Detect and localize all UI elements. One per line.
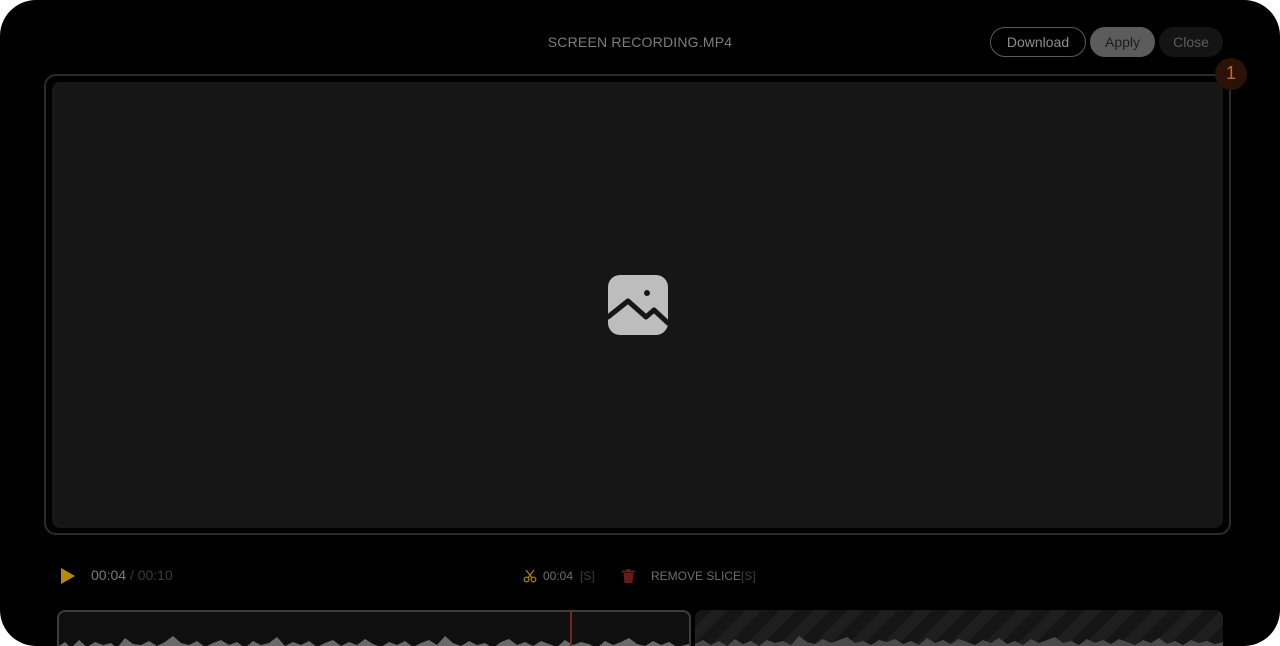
timeline-slice-removed[interactable] xyxy=(695,610,1223,646)
close-button[interactable]: Close xyxy=(1159,27,1223,57)
time-display: 00:04 / 00:10 xyxy=(91,567,173,583)
scissors-icon[interactable] xyxy=(523,569,537,583)
play-icon[interactable] xyxy=(61,568,75,584)
timeline-slice-active[interactable] xyxy=(57,610,691,646)
download-button[interactable]: Download xyxy=(990,27,1086,57)
current-time: 00:04 xyxy=(91,567,127,583)
cut-time[interactable]: 00:04 xyxy=(543,569,573,583)
file-title: SCREEN RECORDING.MP4 xyxy=(547,34,733,50)
time-separator: / xyxy=(129,567,134,583)
playhead[interactable] xyxy=(570,610,572,646)
remove-slice-button[interactable]: REMOVE SLICE xyxy=(651,569,741,583)
waveform-removed xyxy=(695,636,1223,646)
video-editor-dialog: SCREEN RECORDING.MP4 Download Apply Clos… xyxy=(0,0,1280,646)
cut-shortcut: [S] xyxy=(580,569,595,583)
duration: 00:10 xyxy=(137,567,173,583)
waveform xyxy=(59,636,689,646)
step-badge: 1 xyxy=(1215,58,1247,90)
remove-slice-shortcut: [S] xyxy=(741,569,756,583)
apply-button[interactable]: Apply xyxy=(1090,27,1155,57)
image-placeholder-icon xyxy=(608,275,668,335)
trash-icon[interactable] xyxy=(622,569,635,583)
